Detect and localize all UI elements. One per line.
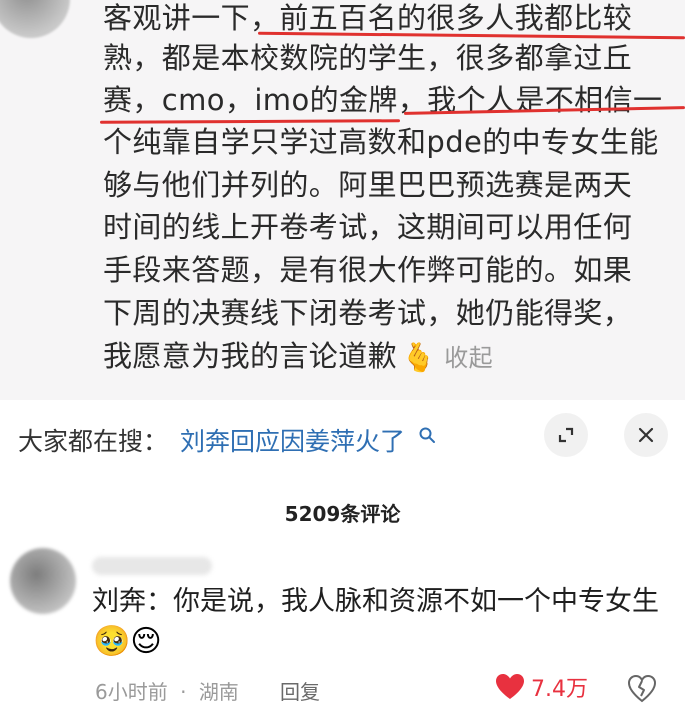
top-comment: 客观讲一下，前五百名的很多人我都比较 熟，都是本校数院的学生，很多都拿过丘 赛，… <box>0 0 685 400</box>
collapse-link[interactable]: 收起 <box>444 344 493 372</box>
username[interactable] <box>92 557 212 575</box>
like-button[interactable]: 7.4万 <box>495 672 588 702</box>
comment-meta: 6小时前 · 湖南 <box>95 676 239 705</box>
face-emojis: 🥹😌 <box>93 624 162 664</box>
search-suggestion-link[interactable]: 刘奔回应因姜萍火了 <box>180 422 405 458</box>
finger-heart-emoji: 🫰 <box>401 341 437 374</box>
heart-icon <box>496 674 524 699</box>
avatar[interactable] <box>0 0 70 38</box>
comment-line-8: 下周的决赛线下闭卷考试，她仍能得奖， <box>103 296 633 330</box>
dislike-icon[interactable] <box>627 674 657 704</box>
search-suggestion-bar: 大家都在搜： 刘奔回应因姜萍火了 <box>0 400 685 480</box>
comment-line-7: 手段来答题，是有很大作弊可能的。如果 <box>103 253 633 287</box>
search-prefix: 大家都在搜： <box>18 427 169 456</box>
reply-button[interactable]: 回复 <box>280 676 320 705</box>
comment-line-4: 个纯靠自学只学过高数和pde的中专女生能 <box>103 125 659 159</box>
emoji-faces: 🥹😌 <box>93 624 162 659</box>
comment-text: 刘奔：你是说，我人脉和资源不如一个中专女生 <box>92 586 659 617</box>
comment-time: 6小时前 <box>95 680 168 704</box>
comment-line-5: 够与他们并列的。阿里巴巴预选赛是两天 <box>103 168 633 202</box>
close-button[interactable] <box>624 413 668 457</box>
comment-line-2: 熟，都是本校数院的学生，很多都拿过丘 <box>103 41 633 75</box>
comment-line-6: 时间的线上开卷考试，这期间可以用任何 <box>103 210 633 244</box>
like-count: 7.4万 <box>531 677 588 702</box>
search-icon[interactable] <box>418 426 436 444</box>
comment-line-3: 赛，cmo，imo的金牌，我个人是不相信一 <box>103 83 663 117</box>
close-icon <box>638 427 654 443</box>
meta-separator: · <box>180 680 187 704</box>
expand-icon <box>558 427 574 443</box>
comment-line-9: 我愿意为我的言论道歉 🫰 收起 <box>103 334 493 378</box>
comment-count: 5209条评论 <box>284 502 401 526</box>
comment-line-9-text: 我愿意为我的言论道歉 <box>103 339 398 373</box>
avatar[interactable] <box>10 548 76 614</box>
comment-location: 湖南 <box>198 680 239 704</box>
expand-button[interactable] <box>544 413 588 457</box>
